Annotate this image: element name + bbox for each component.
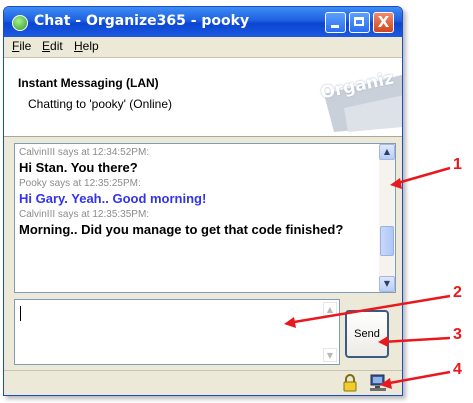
callout-arrows xyxy=(284,166,451,389)
callout-2: 2 xyxy=(453,284,462,301)
callout-4: 4 xyxy=(453,361,462,378)
callout-1: 1 xyxy=(453,156,462,173)
callout-3: 3 xyxy=(453,326,462,343)
